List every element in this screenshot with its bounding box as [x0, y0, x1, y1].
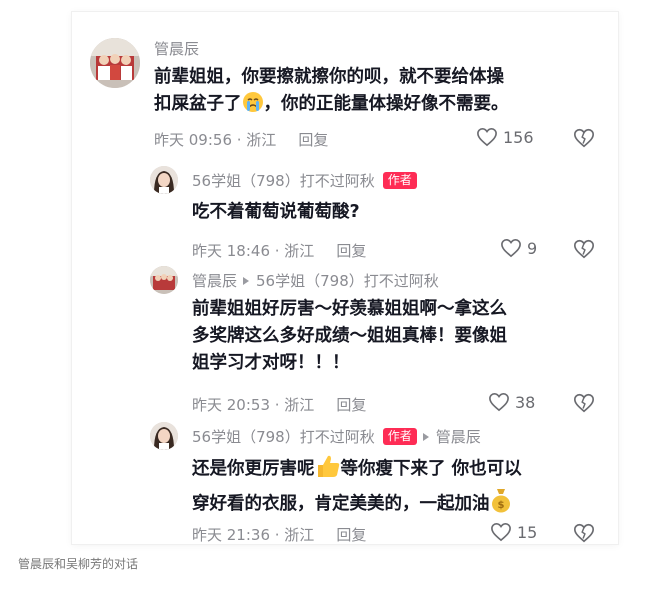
heart-icon [477, 127, 497, 147]
dislike-button[interactable] [573, 522, 595, 544]
reply-button[interactable]: 回复 [298, 131, 328, 149]
reply-item: 管晨辰 56学姐（798）打不过阿秋 前辈姐姐好厉害～好羡慕姐姐啊～拿这么 多奖… [72, 262, 618, 415]
comment-meta: 昨天 09:56 · 浙江 回复 [154, 129, 328, 150]
svg-text:$: $ [497, 500, 504, 511]
reply-time-location: 昨天 18:46 · 浙江 [192, 242, 315, 260]
reply-meta: 昨天 21:36 · 浙江 回复 [192, 524, 366, 545]
like-button[interactable]: 38 [488, 392, 535, 412]
comment-thread-card: 管晨辰 前辈姐姐，你要擦就擦你的呗，就不要给体操 扣屎盆子了 ，你的正能量体操好像… [72, 12, 618, 544]
dislike-button[interactable] [573, 238, 595, 260]
reply-text: 还是你更厉害呢 等你瘦下来了 你也可以 穿好看的衣服，肯定美美的，一起加油 $ [192, 454, 612, 522]
heart-icon [491, 522, 511, 542]
reply-username[interactable]: 56学姐（798）打不过阿秋 作者 管晨辰 [192, 426, 481, 447]
heart-icon [489, 392, 509, 412]
reply-time-location: 昨天 20:53 · 浙江 [192, 396, 315, 414]
broken-heart-icon [574, 393, 594, 413]
avatar[interactable] [150, 422, 178, 450]
reply-item: 56学姐（798）打不过阿秋 作者 吃不着葡萄说葡萄酸? 昨天 18:46 · … [72, 162, 618, 262]
reply-to-username[interactable]: 56学姐（798）打不过阿秋 [256, 270, 439, 291]
reply-arrow-icon [243, 276, 250, 285]
like-count: 38 [515, 392, 536, 412]
broken-heart-icon [574, 523, 594, 543]
comment-time-location: 昨天 09:56 · 浙江 [154, 131, 277, 149]
author-badge: 作者 [382, 428, 417, 445]
image-caption: 管晨辰和吴柳芳的对话 [18, 557, 139, 571]
like-button[interactable]: 9 [500, 238, 537, 258]
thumbs-up-icon [315, 454, 341, 487]
like-count: 9 [527, 238, 538, 258]
comment-text: 前辈姐姐，你要擦就擦你的呗，就不要给体操 扣屎盆子了 ，你的正能量体操好像不需要。 [154, 64, 604, 122]
reply-username[interactable]: 56学姐（798）打不过阿秋 作者 [192, 170, 417, 191]
reply-arrow-icon [422, 432, 429, 441]
reply-meta: 昨天 18:46 · 浙江 回复 [192, 240, 366, 261]
dislike-button[interactable] [573, 392, 595, 414]
reply-item: 56学姐（798）打不过阿秋 作者 管晨辰 还是你更厉害呢 等你瘦下来了 你也可以… [72, 418, 618, 544]
avatar[interactable] [90, 38, 140, 88]
like-count: 15 [517, 522, 538, 542]
like-count: 156 [503, 127, 534, 147]
comment-item: 管晨辰 前辈姐姐，你要擦就擦你的呗，就不要给体操 扣屎盆子了 ，你的正能量体操好像… [72, 12, 618, 162]
reply-text: 前辈姐姐好厉害～好羡慕姐姐啊～拿这么 多奖牌这么多好成绩～姐姐真棒！要像姐 姐学… [192, 299, 507, 373]
reply-time-location: 昨天 21:36 · 浙江 [192, 526, 315, 544]
reply-button[interactable]: 回复 [336, 242, 366, 260]
reply-to-username[interactable]: 管晨辰 [436, 426, 481, 447]
reply-meta: 昨天 20:53 · 浙江 回复 [192, 394, 366, 415]
avatar[interactable] [150, 266, 178, 294]
money-bag-icon: $ [490, 487, 512, 522]
reply-username[interactable]: 管晨辰 56学姐（798）打不过阿秋 [192, 270, 439, 291]
dislike-button[interactable] [573, 127, 595, 149]
crying-face-icon [242, 91, 264, 122]
reply-button[interactable]: 回复 [336, 396, 366, 414]
heart-icon [501, 238, 521, 258]
reply-text: 吃不着葡萄说葡萄酸? [192, 202, 360, 222]
broken-heart-icon [574, 128, 594, 148]
broken-heart-icon [574, 239, 594, 259]
avatar[interactable] [150, 166, 178, 194]
like-button[interactable]: 156 [476, 127, 534, 147]
like-button[interactable]: 15 [490, 522, 537, 542]
reply-button[interactable]: 回复 [336, 526, 366, 544]
author-badge: 作者 [382, 172, 417, 189]
comment-username[interactable]: 管晨辰 [154, 38, 199, 59]
